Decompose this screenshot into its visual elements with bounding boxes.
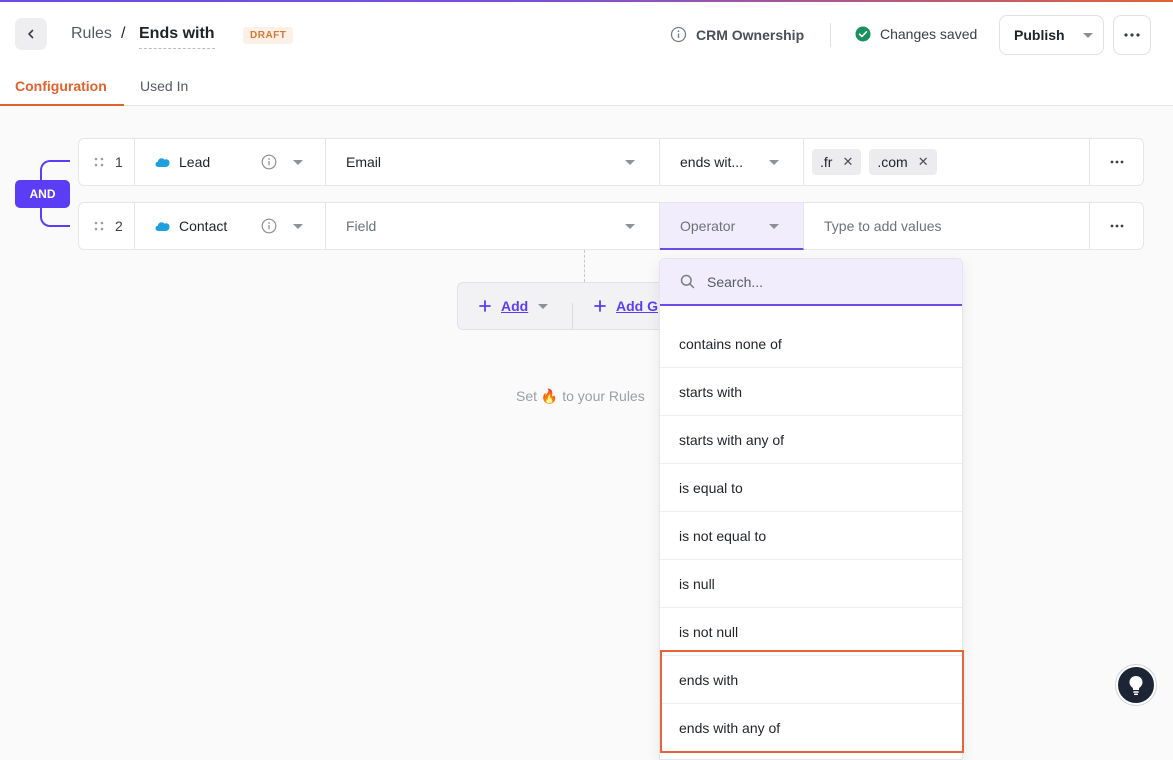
operator-option[interactable]: is not equal to <box>660 512 962 560</box>
field-select[interactable]: Field <box>326 203 660 249</box>
breadcrumb-separator: / <box>121 25 126 42</box>
more-horizontal-icon <box>1124 33 1140 37</box>
more-horizontal-icon <box>1110 224 1124 228</box>
value-chip: .com ✕ <box>869 149 937 175</box>
field-placeholder: Field <box>346 218 377 234</box>
help-button[interactable] <box>1116 665 1156 705</box>
more-horizontal-icon <box>1110 160 1124 164</box>
object-select[interactable]: Contact <box>135 203 326 249</box>
search-icon <box>680 274 695 289</box>
publish-button[interactable]: Publish <box>999 15 1104 55</box>
logic-bracket-top <box>40 160 70 180</box>
header-more-button[interactable] <box>1113 15 1151 55</box>
header-divider <box>830 23 831 47</box>
add-rule-button[interactable]: Add <box>479 283 549 329</box>
object-label: Lead <box>179 154 211 170</box>
operator-select[interactable]: Operator <box>660 203 804 250</box>
chevron-down-icon <box>293 160 303 165</box>
field-select[interactable]: Email <box>326 139 660 185</box>
field-value: Email <box>346 154 382 170</box>
search-placeholder: Search... <box>707 273 764 290</box>
empty-hint-prefix: Set <box>516 388 538 404</box>
drag-handle-icon[interactable] <box>93 157 105 167</box>
connector-line <box>584 250 585 282</box>
salesforce-cloud-icon <box>155 221 170 231</box>
operator-option[interactable]: starts with <box>660 368 962 416</box>
operator-option[interactable]: contains none of <box>660 320 962 368</box>
object-select[interactable]: Lead <box>135 139 326 185</box>
chevron-down-icon <box>1082 32 1093 38</box>
plus-icon <box>479 300 491 312</box>
crm-ownership-label: CRM Ownership <box>696 26 805 43</box>
rule-index: 2 <box>115 218 123 234</box>
toolbar-divider <box>572 303 573 329</box>
tab-configuration[interactable]: Configuration <box>15 78 107 94</box>
rule-row-2: 2 Contact Field Operator Type to add val… <box>78 202 1144 250</box>
values-input[interactable]: .fr ✕ .com ✕ <box>804 139 1090 185</box>
chevron-down-icon[interactable] <box>538 303 549 309</box>
breadcrumb-rules-link[interactable]: Rules <box>71 25 112 43</box>
page-header: Rules / Ends with DRAFT CRM Ownership Ch… <box>0 2 1173 64</box>
rule-more-button[interactable] <box>1090 139 1144 185</box>
logic-operator-toggle[interactable]: AND <box>15 180 70 208</box>
info-icon <box>670 26 687 43</box>
values-input[interactable]: Type to add values <box>804 203 1090 249</box>
chevron-down-icon <box>625 160 635 165</box>
info-icon[interactable] <box>261 218 277 234</box>
operator-option[interactable]: is null <box>660 560 962 608</box>
rule-index-cell: 2 <box>79 203 135 249</box>
back-button[interactable] <box>15 18 47 50</box>
chevron-down-icon <box>769 160 779 165</box>
rule-more-button[interactable] <box>1090 203 1144 249</box>
tab-used-in[interactable]: Used In <box>140 78 188 94</box>
operator-option[interactable]: starts with any of <box>660 416 962 464</box>
object-label: Contact <box>179 218 228 234</box>
rule-row-1: 1 Lead Email ends wit... .fr ✕ .com ✕ <box>78 138 1144 186</box>
close-icon[interactable]: ✕ <box>918 154 929 170</box>
operator-select[interactable]: ends wit... <box>660 139 804 185</box>
status-badge: DRAFT <box>243 27 294 44</box>
save-status: Changes saved <box>855 26 977 42</box>
publish-label: Publish <box>1014 27 1065 43</box>
rule-index-cell: 1 <box>79 139 135 185</box>
value-chip: .fr ✕ <box>812 149 862 175</box>
add-group-label: Add G <box>616 298 658 314</box>
fire-icon: 🔥 <box>540 388 559 404</box>
value-chip-label: .com <box>877 154 908 170</box>
plus-icon <box>594 300 606 312</box>
check-circle-icon <box>855 26 871 42</box>
save-status-text: Changes saved <box>880 26 978 42</box>
chevron-down-icon <box>293 224 303 229</box>
close-icon[interactable]: ✕ <box>842 154 853 170</box>
chevron-down-icon <box>625 224 635 229</box>
lightbulb-icon <box>1129 676 1143 695</box>
operator-value: ends wit... <box>680 154 744 170</box>
empty-hint-suffix: to your Rules <box>562 388 645 404</box>
highlight-box <box>660 650 964 753</box>
add-rule-label: Add <box>501 298 529 314</box>
page-title[interactable]: Ends with <box>139 25 215 49</box>
operator-search-input[interactable]: Search... <box>660 259 962 306</box>
salesforce-cloud-icon <box>155 157 170 167</box>
info-icon[interactable] <box>261 154 277 170</box>
operator-option[interactable]: is not null <box>660 608 962 656</box>
logic-bracket-bottom <box>40 207 70 227</box>
tab-bar: Configuration Used In <box>0 64 1173 106</box>
active-tab-indicator <box>0 104 124 106</box>
empty-hint: Set 🔥 to your Rules <box>516 388 645 405</box>
value-chip-label: .fr <box>820 154 833 170</box>
crm-ownership-link[interactable]: CRM Ownership <box>670 26 804 43</box>
rule-index: 1 <box>115 154 123 170</box>
chevron-left-icon <box>28 29 34 39</box>
drag-handle-icon[interactable] <box>93 221 105 231</box>
values-placeholder: Type to add values <box>824 218 942 234</box>
operator-option[interactable]: is equal to <box>660 464 962 512</box>
add-group-button[interactable]: Add G <box>594 283 658 329</box>
operator-placeholder: Operator <box>680 217 736 234</box>
chevron-down-icon <box>769 224 779 229</box>
